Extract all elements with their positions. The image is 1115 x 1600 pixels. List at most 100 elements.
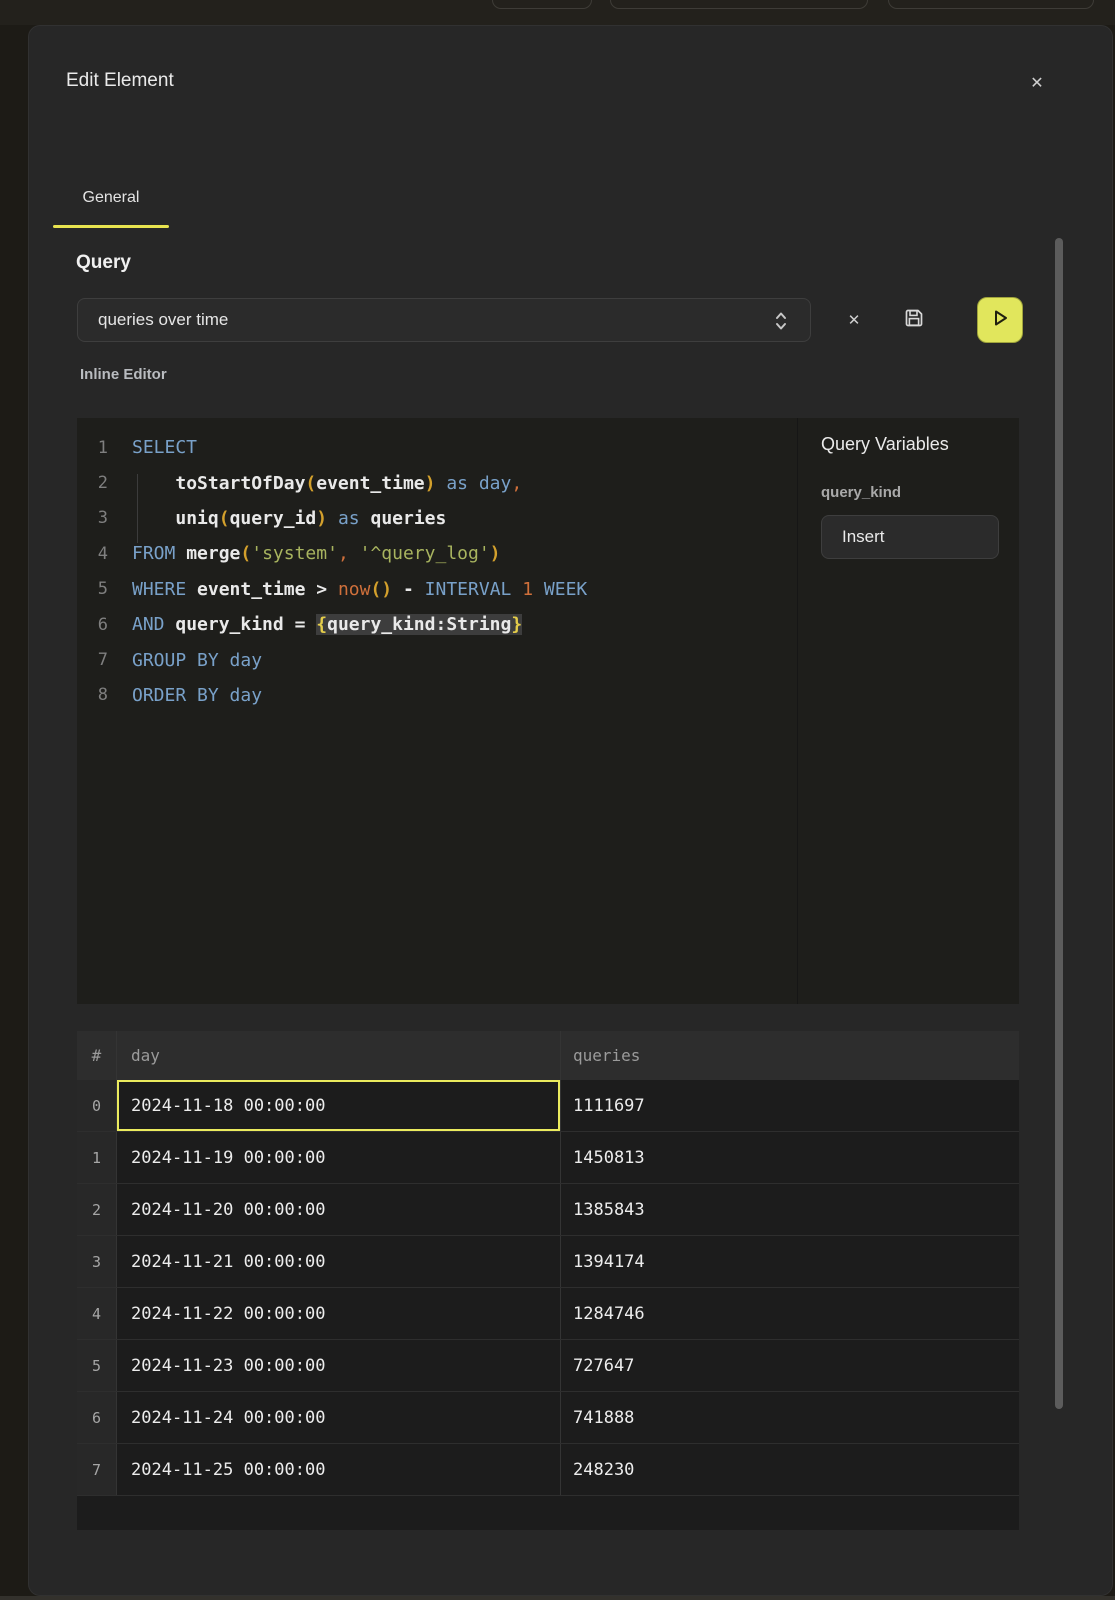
line-number: 4 [77,544,117,564]
code-token [414,579,425,600]
code-line: 2 toStartOfDay(event_time) as day, [77,465,797,500]
modal-title: Edit Element [66,70,174,92]
queries-cell[interactable]: 727647 [561,1340,1019,1391]
line-number: 2 [77,473,117,493]
code-token: SELECT [132,437,197,458]
code-token: , [511,473,522,494]
results-table: #dayqueries 02024-11-18 00:00:0011116971… [77,1031,1019,1530]
day-cell[interactable]: 2024-11-22 00:00:00 [117,1288,561,1339]
code-token: () [370,579,392,600]
background-topbar [0,0,1115,25]
day-cell[interactable]: 2024-11-18 00:00:00 [117,1080,561,1131]
code-token: as [338,508,360,529]
bottom-strip [0,1596,1115,1600]
day-cell[interactable]: 2024-11-25 00:00:00 [117,1444,561,1495]
table-row: 12024-11-19 00:00:001450813 [77,1132,1019,1184]
queries-cell[interactable]: 1284746 [561,1288,1019,1339]
code-token [511,579,522,600]
screen: Edit Element ✕ General Query queries ove… [0,0,1115,1600]
queries-cell[interactable]: 1111697 [561,1080,1019,1131]
code-token [533,579,544,600]
code-line: 5WHERE event_time > now() - INTERVAL 1 W… [77,572,797,607]
sql-editor[interactable]: 1SELECT2 toStartOfDay(event_time) as day… [77,418,1019,1004]
code-text: SELECT [117,437,197,458]
code-token: query_kind:String [327,614,511,635]
code-line: 3 uniq(query_id) as queries [77,501,797,536]
clear-query-button[interactable]: ✕ [840,306,868,334]
queries-cell[interactable]: 1394174 [561,1236,1019,1287]
topbar-button[interactable] [610,0,868,9]
code-token [360,508,371,529]
code-token: ) [316,508,327,529]
code-token: GROUP BY [132,650,219,671]
code-token: uniq [175,508,218,529]
code-token [219,685,230,706]
day-cell[interactable]: 2024-11-20 00:00:00 [117,1184,561,1235]
clear-icon: ✕ [848,311,861,329]
header-cell-index: # [77,1031,117,1080]
chevron-up-down-icon [774,310,788,337]
saved-query-select[interactable]: queries over time [77,298,811,342]
row-index-cell: 3 [77,1236,117,1287]
topbar-button[interactable] [492,0,592,9]
code-token: ( [240,543,251,564]
code-token: - [403,579,414,600]
code-token [349,543,360,564]
code-text: uniq(query_id) as queries [117,508,446,529]
day-cell[interactable]: 2024-11-24 00:00:00 [117,1392,561,1443]
editor-divider [797,418,798,1004]
table-row: 02024-11-18 00:00:001111697 [77,1080,1019,1132]
line-number: 5 [77,579,117,599]
code-token [186,579,197,600]
code-text: AND query_kind = {query_kind:String} [117,614,522,635]
row-index-cell: 7 [77,1444,117,1495]
code-token [305,579,316,600]
code-text: toStartOfDay(event_time) as day, [117,473,522,494]
header-cell-day: day [117,1031,561,1080]
topbar-button[interactable] [888,0,1094,9]
tab-general[interactable]: General [53,176,169,220]
code-text: WHERE event_time > now() - INTERVAL 1 WE… [117,579,587,600]
code-token: day [479,473,512,494]
code-token: merge [186,543,240,564]
variable-name: query_kind [821,484,901,501]
row-index-cell: 5 [77,1340,117,1391]
code-token: FROM [132,543,175,564]
modal-scrollbar-thumb[interactable] [1055,238,1063,1409]
save-query-button[interactable] [900,306,928,334]
code-token: AND [132,614,165,635]
code-token [132,473,175,494]
code-line: 8ORDER BY day [77,678,797,713]
code-token: , [338,543,349,564]
queries-cell[interactable]: 741888 [561,1392,1019,1443]
indent-guide [137,474,138,543]
queries-cell[interactable]: 1385843 [561,1184,1019,1235]
code-token: ) [490,543,501,564]
day-cell[interactable]: 2024-11-19 00:00:00 [117,1132,561,1183]
row-index-cell: 6 [77,1392,117,1443]
code-token: ) [425,473,436,494]
edit-element-modal: Edit Element ✕ General Query queries ove… [28,25,1113,1596]
row-index-cell: 0 [77,1080,117,1131]
day-cell[interactable]: 2024-11-21 00:00:00 [117,1236,561,1287]
insert-variable-button[interactable]: Insert [821,515,999,559]
code-line: 6AND query_kind = {query_kind:String} [77,607,797,642]
code-token: day [230,685,263,706]
queries-cell[interactable]: 248230 [561,1444,1019,1495]
close-icon: ✕ [1030,73,1043,93]
line-number: 7 [77,650,117,670]
code-token: now [338,579,371,600]
code-token: } [511,614,522,635]
run-query-button[interactable] [977,297,1023,343]
line-number: 8 [77,685,117,705]
active-tab-underline [53,225,169,228]
queries-cell[interactable]: 1450813 [561,1132,1019,1183]
close-button[interactable]: ✕ [1022,68,1052,98]
code-token [468,473,479,494]
code-token: event_time [316,473,424,494]
code-token: event_time [197,579,305,600]
code-token: '^query_log' [360,543,490,564]
code-token: ( [305,473,316,494]
code-line: 7GROUP BY day [77,642,797,677]
day-cell[interactable]: 2024-11-23 00:00:00 [117,1340,561,1391]
